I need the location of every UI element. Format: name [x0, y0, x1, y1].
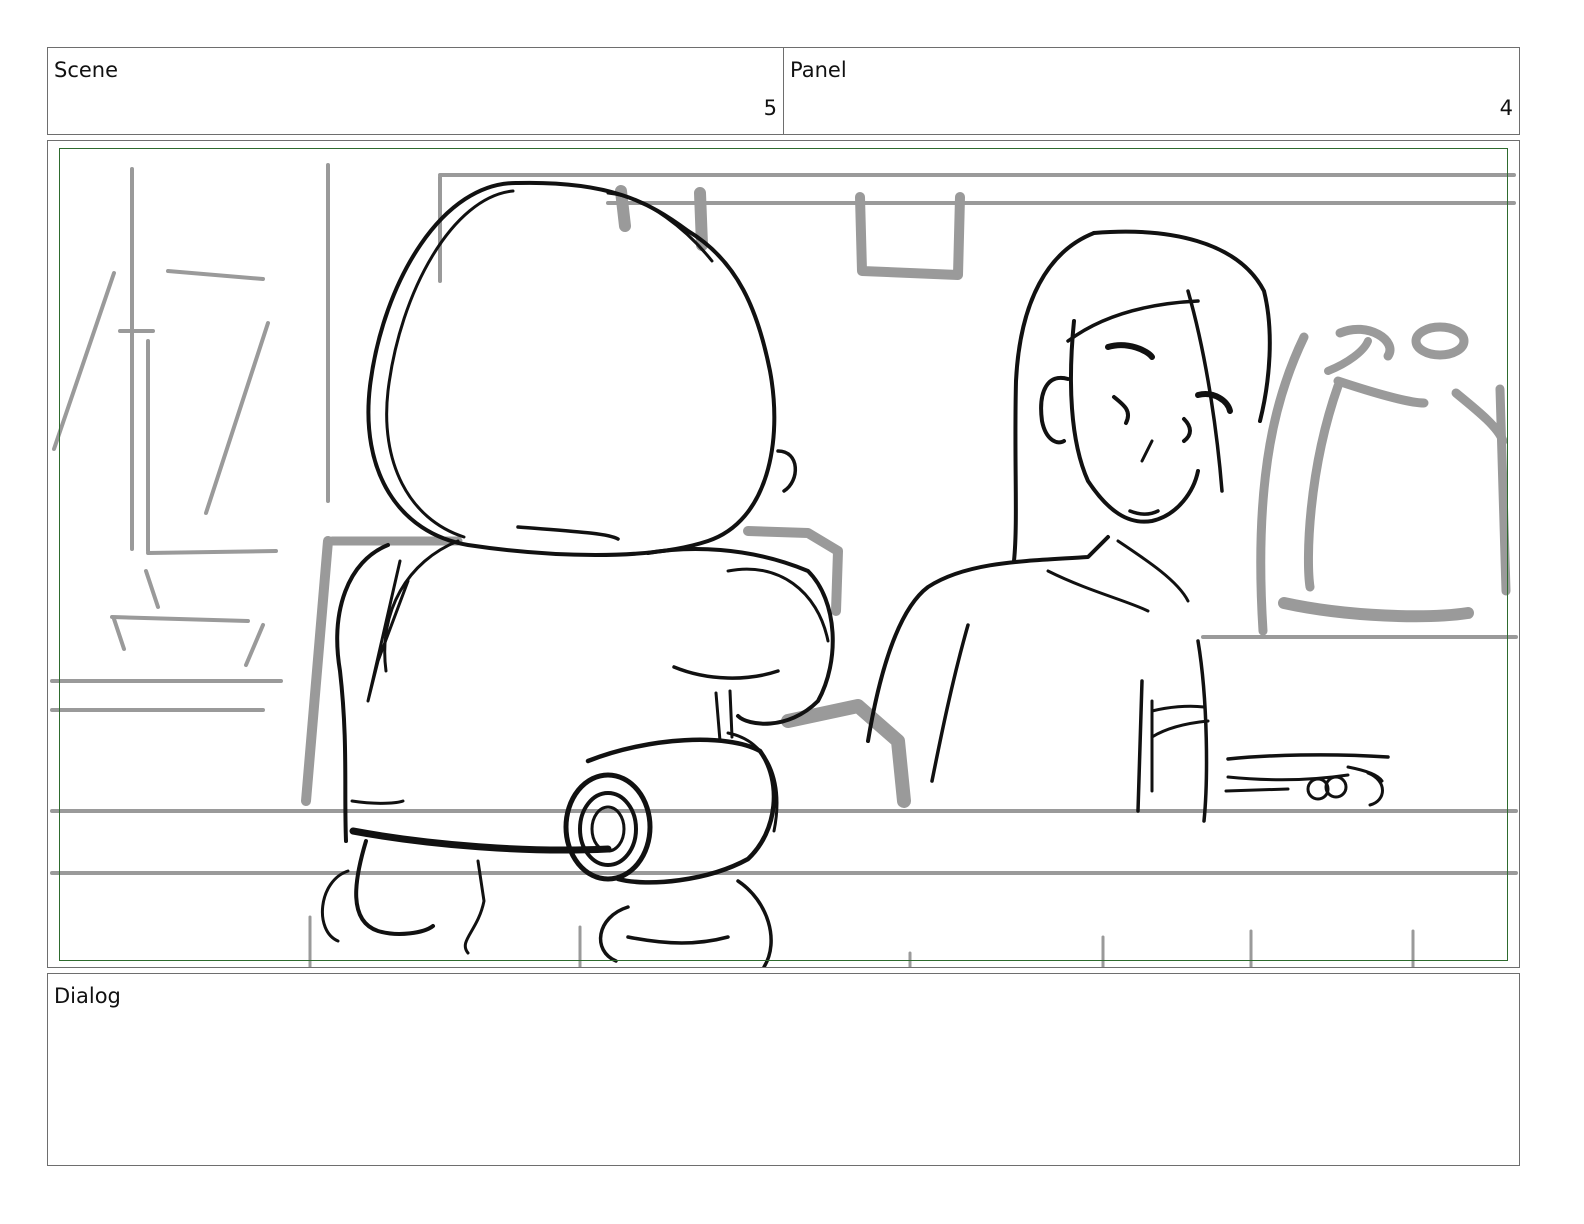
dialog-label: Dialog	[54, 984, 121, 1008]
panel-number: 4	[1499, 96, 1513, 120]
storyboard-sketch	[50, 163, 1518, 967]
panel-label: Panel	[790, 58, 847, 82]
dialog-cell: Dialog	[47, 973, 1520, 1166]
character-layer	[320, 180, 1390, 967]
panel-cell: Panel 4	[783, 47, 1520, 135]
scene-number: 5	[763, 96, 777, 120]
scene-label: Scene	[54, 58, 119, 82]
scene-cell: Scene 5	[47, 47, 784, 135]
storyboard-frame	[47, 140, 1520, 968]
background-layer	[50, 163, 1518, 967]
